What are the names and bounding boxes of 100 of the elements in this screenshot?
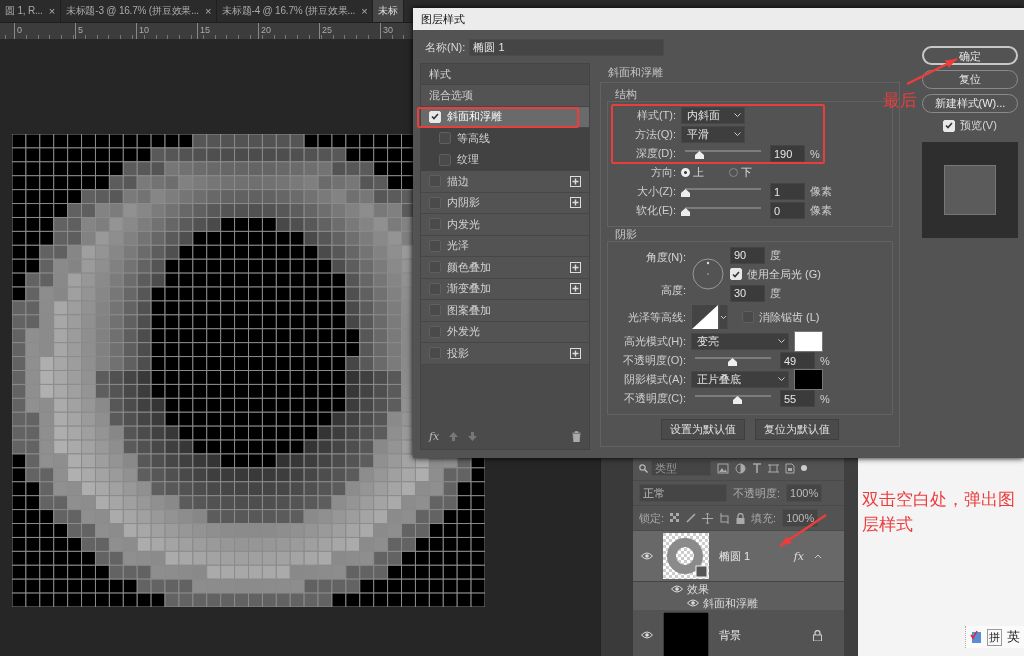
visibility-icon[interactable] <box>671 585 683 593</box>
style-item[interactable]: 内阴影 <box>421 192 589 214</box>
ime-mode[interactable]: 拼 <box>987 628 1002 646</box>
type-filter-icon[interactable] <box>752 462 762 474</box>
trash-icon[interactable] <box>572 431 581 442</box>
field-label: 软化(E): <box>635 203 676 218</box>
radio-option[interactable]: 下 <box>729 165 752 180</box>
caret-icon <box>734 132 741 137</box>
dropdown[interactable]: 正片叠底 <box>691 371 789 388</box>
dialog-button[interactable]: 新建样式(W)... <box>922 94 1018 113</box>
arrow <box>905 56 959 87</box>
style-item[interactable]: 等高线 <box>421 128 589 150</box>
document-tab[interactable]: 未标 <box>373 0 404 22</box>
move-lock-icon[interactable] <box>702 512 714 524</box>
opacity-field[interactable]: 100% <box>786 484 823 502</box>
unit-label: % <box>810 147 820 160</box>
ime-mode[interactable]: 英 <box>1007 628 1020 646</box>
search-icon <box>639 463 648 473</box>
gloss-contour-picker[interactable] <box>691 304 729 330</box>
slider-thumb[interactable] <box>681 208 690 216</box>
field-label: 方法(Q): <box>634 127 676 142</box>
field-label: 深度(D): <box>634 146 676 161</box>
number-field[interactable]: 90 <box>730 246 765 264</box>
checkbox-label: 预览(V) <box>960 118 997 133</box>
field-label: 大小(Z): <box>635 184 676 199</box>
style-item[interactable]: 渐变叠加 <box>421 278 589 300</box>
style-item[interactable]: 光泽 <box>421 235 589 257</box>
style-item[interactable]: 纹理 <box>421 149 589 171</box>
half-circle-filter-icon[interactable] <box>735 462 746 474</box>
layer-row[interactable]: 椭圆 1 fx <box>633 531 844 582</box>
dialog-button[interactable]: 确定 <box>922 46 1018 65</box>
layer-row[interactable]: 背景 <box>633 610 844 656</box>
blend-mode-dropdown[interactable]: 正常 <box>639 484 727 502</box>
slider-thumb[interactable] <box>732 396 742 404</box>
layer-thumbnail <box>663 533 709 579</box>
document-tab[interactable]: 圆 1, R... × <box>0 0 61 22</box>
style-item[interactable]: 描边 <box>421 171 589 193</box>
annotation-text: 最后 <box>883 90 917 112</box>
arrow <box>778 513 828 548</box>
ime-logo-icon[interactable] <box>970 630 982 644</box>
close-button[interactable]: × <box>48 5 55 17</box>
shape-filter-icon[interactable] <box>768 462 779 474</box>
checkerboard-lock-icon[interactable] <box>670 513 681 523</box>
color-swatch[interactable] <box>794 331 823 352</box>
close-button[interactable]: × <box>361 5 368 17</box>
fx-label: fx <box>793 549 804 563</box>
slider-thumb[interactable] <box>728 358 738 366</box>
add-icon[interactable] <box>570 347 581 359</box>
dialog-title: 图层样式 <box>413 8 1024 30</box>
filter-field[interactable]: 类型 <box>651 460 711 476</box>
visibility-icon[interactable] <box>641 552 653 560</box>
add-icon[interactable] <box>570 197 581 209</box>
caret-icon <box>734 113 741 118</box>
radio-option[interactable]: 上 <box>681 165 704 180</box>
dropdown[interactable]: 变亮 <box>691 333 789 350</box>
dropdown[interactable]: 内斜面 <box>681 107 745 124</box>
field-label: 高度: <box>660 283 686 298</box>
number-field[interactable]: 30 <box>730 284 765 302</box>
reset-button[interactable]: 设置为默认值 <box>661 419 745 440</box>
reset-button[interactable]: 复位为默认值 <box>755 419 839 440</box>
caret-icon[interactable] <box>814 553 822 559</box>
slider-thumb[interactable] <box>695 151 705 159</box>
document-tab[interactable]: 未标题-3 @ 16.7% (拼豆效果... × <box>60 0 218 22</box>
checkbox[interactable] <box>439 132 451 145</box>
number-field[interactable]: 190 <box>770 145 805 162</box>
dialog-button[interactable]: 复位 <box>922 70 1018 89</box>
annotation-text: 双击空白处，弹出图层样式 <box>862 489 1016 536</box>
effect-item[interactable]: 效果 <box>687 581 709 597</box>
style-item[interactable]: 内发光 <box>421 214 589 236</box>
name-field[interactable]: 椭圆 1 <box>469 38 665 56</box>
add-icon[interactable] <box>570 261 581 273</box>
unit-label: 像素 <box>810 184 832 199</box>
checkbox[interactable] <box>439 153 451 166</box>
visibility-icon[interactable] <box>687 599 699 607</box>
visibility-icon[interactable] <box>641 631 653 639</box>
image-filter-icon[interactable] <box>717 462 729 474</box>
number-field[interactable]: 0 <box>770 202 805 219</box>
style-item[interactable]: 混合选项 <box>421 85 589 107</box>
add-icon[interactable] <box>570 175 581 187</box>
color-swatch[interactable] <box>794 369 823 390</box>
unit-label: % <box>820 354 830 367</box>
style-item[interactable]: 投影 <box>421 343 589 365</box>
fx-button[interactable]: fx <box>429 430 440 443</box>
field-label: 高光模式(H): <box>622 334 686 349</box>
angle-dial[interactable] <box>692 258 724 290</box>
number-field[interactable]: 55 <box>780 390 815 407</box>
fill-field[interactable]: 100% <box>782 509 819 527</box>
add-icon[interactable] <box>570 283 581 295</box>
number-field[interactable]: 49 <box>780 352 815 369</box>
slider-thumb[interactable] <box>681 189 690 197</box>
close-button[interactable]: × <box>204 5 212 17</box>
section-title: 斜面和浮雕 <box>607 65 664 79</box>
style-item[interactable]: 外发光 <box>421 321 589 343</box>
group-title: 阴影 <box>614 227 638 241</box>
layer-name: 背景 <box>719 627 742 643</box>
style-item[interactable]: 颜色叠加 <box>421 257 589 279</box>
lock-icon[interactable] <box>736 512 746 524</box>
number-field[interactable]: 1 <box>770 183 805 200</box>
dropdown[interactable]: 平滑 <box>681 126 745 143</box>
style-item[interactable]: 图案叠加 <box>421 300 589 322</box>
